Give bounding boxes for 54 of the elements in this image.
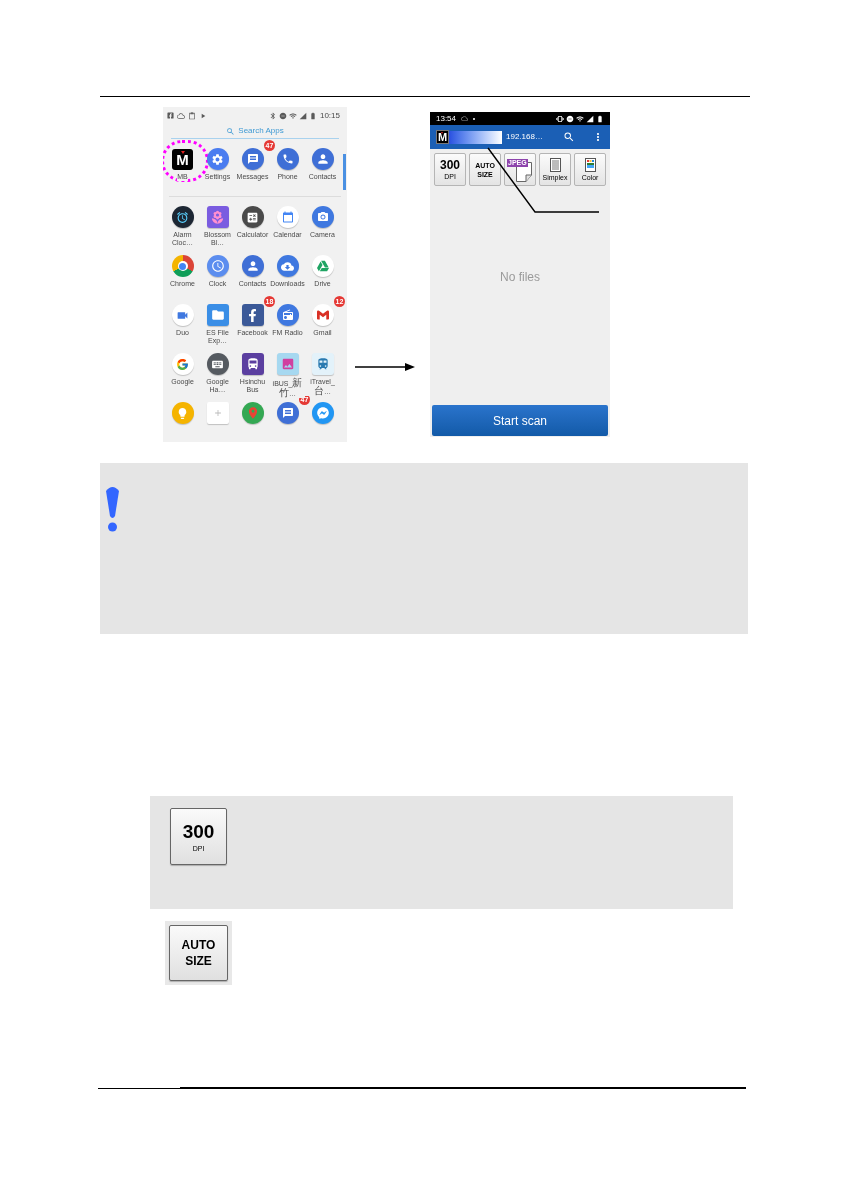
play-icon [199, 111, 207, 120]
status-time: 13:54 [436, 114, 457, 123]
cloud-download-icon[interactable] [276, 255, 299, 277]
document-lines-icon [549, 158, 561, 172]
clipboard-icon [188, 111, 196, 120]
signal-icon [586, 114, 594, 123]
settings-icon[interactable] [206, 148, 229, 170]
exclamation-icon [105, 486, 120, 532]
server-address: 192.168… [506, 133, 543, 141]
start-scan-button[interactable]: Start scan [432, 405, 608, 436]
bus-icon[interactable] [241, 353, 264, 375]
radio-icon[interactable] [276, 304, 299, 326]
battery-icon [308, 111, 317, 120]
lightning-bubble-icon[interactable] [311, 402, 334, 424]
person-icon[interactable] [311, 148, 334, 170]
color-document-icon [584, 158, 596, 172]
folder-icon[interactable] [206, 304, 229, 326]
empty-message: No files [500, 270, 540, 284]
status-time: 10:15 [319, 111, 340, 120]
video-camera-icon[interactable] [171, 304, 194, 326]
battery-icon [596, 114, 604, 123]
keyboard-icon[interactable] [206, 353, 229, 375]
cloud-icon [461, 115, 469, 122]
calculator-icon[interactable] [241, 206, 264, 228]
phone-icon[interactable] [276, 148, 299, 170]
signal-icon [298, 111, 307, 120]
auto-size-graphic: AUTO SIZE [165, 921, 232, 985]
flower-tile-icon[interactable] [206, 206, 229, 228]
message-icon[interactable] [276, 402, 299, 424]
alarm-clock-icon[interactable] [171, 206, 194, 228]
search-icon[interactable] [563, 131, 575, 143]
message-icon[interactable] [241, 148, 264, 170]
scrollbar[interactable] [343, 154, 346, 190]
cloud-icon [177, 111, 185, 120]
app-logo: M [436, 130, 449, 144]
search-icon [226, 126, 236, 136]
clock-icon[interactable] [206, 255, 229, 277]
person-icon[interactable] [241, 255, 264, 277]
bluetooth-icon [268, 111, 277, 120]
f-logo-icon[interactable] [241, 304, 264, 326]
wifi-icon [576, 114, 584, 123]
envelope-logo-icon[interactable] [311, 304, 334, 326]
app-logo[interactable]: M [172, 149, 193, 170]
picture-icon[interactable] [276, 353, 299, 375]
g-logo-icon[interactable] [171, 353, 194, 375]
wifi-icon [288, 111, 297, 120]
vibrate-icon [556, 114, 564, 123]
arrow [355, 362, 415, 372]
gradient-bar [449, 130, 502, 144]
camera-icon[interactable] [311, 206, 334, 228]
train-icon[interactable] [311, 353, 334, 375]
map-pin-icon[interactable] [241, 402, 264, 424]
triangle-logo-icon[interactable] [311, 255, 334, 277]
calendar-icon[interactable] [276, 206, 299, 228]
